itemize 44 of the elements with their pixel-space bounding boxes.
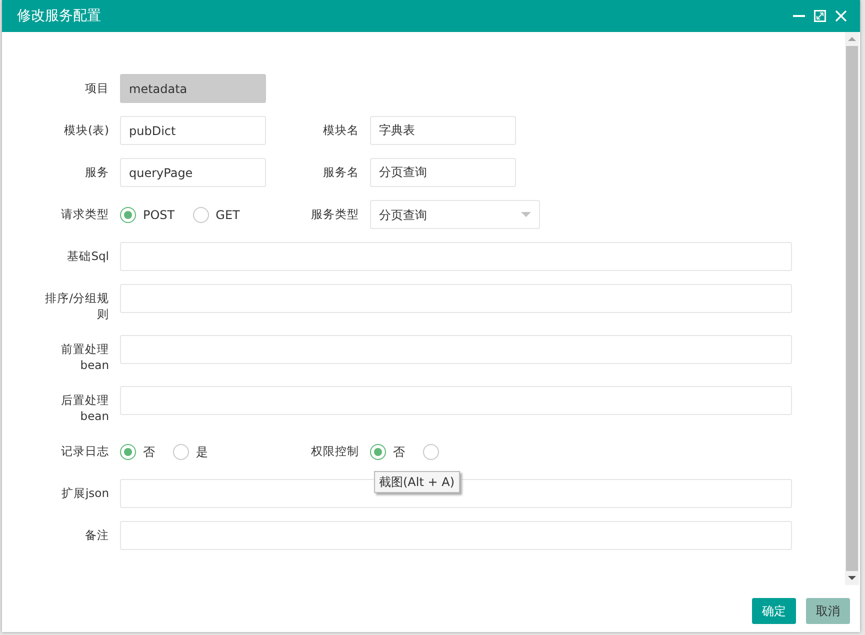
field-label: 基础Sql [66, 248, 110, 264]
input-field[interactable] [120, 284, 792, 313]
field-label: 模块(表) [63, 122, 110, 138]
radio-button[interactable] [120, 206, 136, 222]
maximize-icon [814, 10, 826, 22]
field-label: 排序/分组规则 [44, 290, 110, 322]
dropdown[interactable]: 分页查询 [370, 200, 540, 229]
field-label: 记录日志 [60, 443, 110, 459]
field-label: 请求类型 [60, 206, 110, 222]
close-icon [835, 10, 847, 22]
window-title: 修改服务配置 [17, 6, 101, 26]
radio-button[interactable] [173, 444, 189, 460]
radio-button[interactable] [423, 444, 439, 460]
input-field[interactable] [120, 242, 792, 271]
field-label: 服务名 [322, 164, 360, 180]
radio-button[interactable] [120, 444, 136, 460]
maximize-button[interactable] [811, 10, 829, 22]
field-label: 权限控制 [310, 443, 360, 459]
field-label: 服务类型 [310, 206, 360, 222]
input-field[interactable]: 分页查询 [370, 158, 516, 187]
radio-button[interactable] [370, 444, 386, 460]
input-field[interactable]: 字典表 [370, 116, 516, 145]
radio-label[interactable]: GET [216, 206, 240, 224]
input-field[interactable] [120, 335, 792, 364]
field-label: 项目 [84, 80, 110, 96]
field-label: 扩展json [60, 485, 110, 501]
radio-label[interactable]: 否 [393, 442, 405, 460]
caret-icon [521, 212, 531, 218]
field-label: 模块名 [322, 122, 360, 138]
field-label: 备注 [84, 527, 110, 543]
scrollbar[interactable] [845, 32, 859, 585]
radio-label[interactable]: 否 [143, 442, 155, 460]
radio-label[interactable]: 是 [196, 442, 208, 460]
radio-button[interactable] [192, 206, 209, 222]
field-label: 前置处理bean [60, 341, 110, 373]
radio-label[interactable]: POST [143, 206, 175, 224]
cancel-button[interactable]: 取消 [806, 598, 850, 624]
field-label: 后置处理bean [60, 392, 110, 424]
field-label: 服务 [84, 164, 110, 180]
tooltip: 截图(Alt + A) [374, 471, 460, 493]
input-field[interactable]: queryPage [120, 158, 266, 187]
input-field[interactable]: pubDict [120, 116, 266, 145]
input-field[interactable] [120, 521, 792, 550]
input-field[interactable] [120, 386, 792, 415]
